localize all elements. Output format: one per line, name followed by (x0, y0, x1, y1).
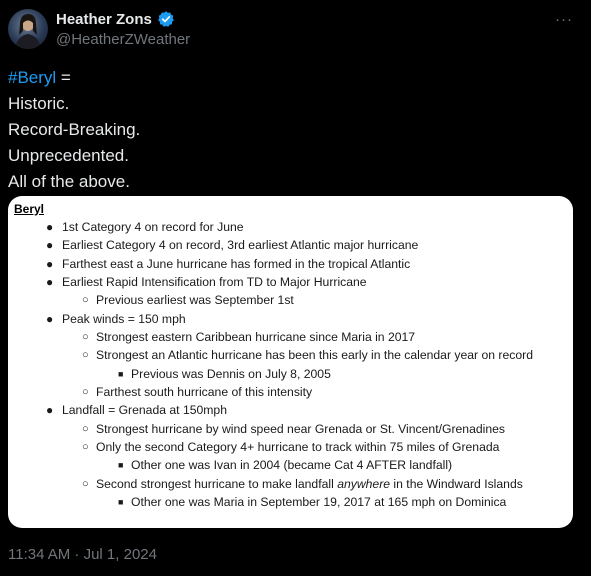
bullet-square-icon: ■ (118, 460, 124, 471)
bullet-square-icon: ■ (118, 497, 124, 508)
hashtag-link[interactable]: #Beryl (8, 68, 56, 87)
sub-bullet-item: ○ Second strongest hurricane to make land… (8, 475, 573, 493)
bullet-dot-icon: ● (46, 403, 54, 418)
sub-bullet-item: ○ Strongest an Atlantic hurricane has bee… (8, 346, 573, 364)
bullet-circle-icon: ○ (82, 331, 89, 344)
bullet-circle-icon: ○ (82, 349, 89, 362)
bullet-circle-icon: ○ (82, 441, 89, 454)
bullet-dot-icon: ● (46, 256, 54, 271)
bullet-text: Previous was Dennis on July 8, 2005 (131, 366, 331, 381)
bullet-text: Other one was Maria in September 19, 201… (131, 495, 507, 510)
tweet-line: Unprecedented. (8, 146, 129, 165)
author-name-row: Heather Zons (56, 10, 175, 28)
bullet-text-part: Second strongest hurricane to make landf… (96, 476, 338, 491)
tweet-line: All of the above. (8, 172, 130, 191)
attached-image[interactable]: Beryl ● 1st Category 4 on record for June… (8, 196, 573, 528)
bullet-circle-icon: ○ (82, 386, 89, 399)
bullet-text: Strongest eastern Caribbean hurricane si… (96, 330, 416, 345)
bullet-item: ● Earliest Rapid Intensification from TD … (8, 273, 573, 291)
sub-bullet-item: ○ Previous earliest was September 1st (8, 291, 573, 309)
tweet-line: Historic. (8, 94, 70, 113)
bullet-item: ● 1st Category 4 on record for June (8, 218, 573, 236)
bullet-text: Only the second Category 4+ hurricane to… (96, 440, 500, 455)
sub-sub-bullet-item: ■ Other one was Maria in September 19, 20… (8, 493, 573, 511)
sub-sub-bullet-item: ■ Other one was Ivan in 2004 (became Cat … (8, 456, 573, 474)
bullet-text: Other one was Ivan in 2004 (became Cat 4… (131, 458, 453, 473)
bullet-item: ● Earliest Category 4 on record, 3rd earl… (8, 236, 573, 254)
bullet-text: Earliest Rapid Intensification from TD t… (62, 275, 367, 290)
bullet-dot-icon: ● (46, 220, 54, 234)
avatar[interactable] (8, 9, 48, 49)
more-options-icon[interactable]: ··· (553, 8, 575, 30)
bullet-item: ● Landfall = Grenada at 150mph (8, 401, 573, 419)
sub-sub-bullet-item: ■ Previous was Dennis on July 8, 2005 (8, 365, 573, 383)
bullet-text: Second strongest hurricane to make landf… (96, 475, 523, 493)
hashtag-suffix: = (56, 68, 71, 87)
bullet-dot-icon: ● (46, 238, 54, 253)
bullet-text: Earliest Category 4 on record, 3rd earli… (62, 238, 419, 253)
sub-bullet-item: ○ Farthest south hurricane of this intens… (8, 383, 573, 401)
bullet-circle-icon: ○ (82, 422, 89, 435)
bullet-circle-icon: ○ (82, 294, 89, 307)
sub-bullet-item: ○ Strongest hurricane by wind speed near … (8, 420, 573, 438)
bullet-item: ● Peak winds = 150 mph (8, 310, 573, 328)
bullet-square-icon: ■ (118, 368, 124, 379)
tweet-line: Record-Breaking. (8, 120, 141, 139)
author-display-name[interactable]: Heather Zons (56, 11, 152, 28)
sub-bullet-item: ○ Strongest eastern Caribbean hurricane s… (8, 328, 573, 346)
tweet-text: #Beryl = Historic. Record-Breaking. Unpr… (8, 65, 140, 195)
bullet-text: Farthest east a June hurricane has forme… (62, 256, 411, 271)
bullet-text: Strongest an Atlantic hurricane has been… (96, 348, 533, 363)
tweet: Heather Zons @HeatherZWeather ··· #Beryl… (0, 0, 591, 576)
bullet-text: Strongest hurricane by wind speed near G… (96, 421, 505, 436)
bullet-item: ● Farthest east a June hurricane has form… (8, 255, 573, 273)
bullet-text-part: in the Windward Islands (390, 476, 523, 491)
bullet-text: 1st Category 4 on record for June (62, 220, 244, 234)
bullet-list: ● 1st Category 4 on record for June ● Earl… (8, 218, 573, 512)
tweet-line-hashtag: #Beryl = (8, 65, 140, 91)
bullet-text: Peak winds = 150 mph (62, 311, 186, 326)
image-title: Beryl (14, 202, 45, 216)
bullet-text-italic: anywhere (337, 476, 391, 491)
author-handle[interactable]: @HeatherZWeather (56, 31, 190, 48)
bullet-text: Farthest south hurricane of this intensi… (96, 385, 313, 400)
bullet-dot-icon: ● (46, 311, 54, 326)
sub-bullet-item: ○ Only the second Category 4+ hurricane t… (8, 438, 573, 456)
tweet-timestamp[interactable]: 11:34 AM · Jul 1, 2024 (8, 546, 157, 563)
bullet-dot-icon: ● (46, 275, 54, 290)
bullet-text: Previous earliest was September 1st (96, 293, 294, 308)
verified-badge-icon (157, 10, 175, 28)
bullet-text: Landfall = Grenada at 150mph (62, 403, 227, 418)
bullet-circle-icon: ○ (82, 477, 89, 490)
